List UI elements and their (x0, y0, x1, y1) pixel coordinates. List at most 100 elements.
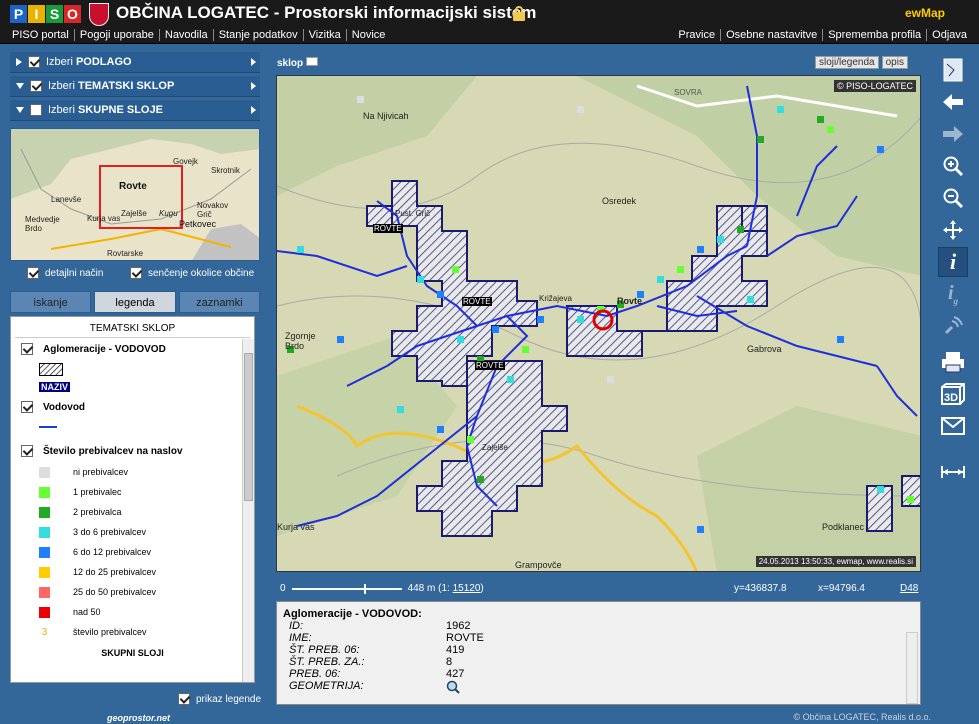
population-checkbox[interactable] (21, 445, 33, 457)
agglomerations-checkbox[interactable] (21, 343, 33, 355)
map-label: Zajelše (482, 443, 508, 452)
info-row: PREB. 06: 427 (283, 668, 914, 680)
description-button[interactable]: opis (881, 56, 908, 69)
lock-icon (513, 6, 525, 21)
map-area-label: ROVTE (462, 297, 492, 306)
legend-item: 1 prebivalec (39, 482, 254, 502)
geoprostor-logo: geoprostor.net (107, 713, 171, 723)
nav-news[interactable]: Novice (347, 29, 386, 41)
legend-panel: TEMATSKI SKLOP Aglomeracije - VODOVOD NA… (10, 316, 255, 683)
layers-legend-button[interactable]: sloji/legenda (815, 56, 879, 69)
water-supply-checkbox[interactable] (21, 401, 33, 413)
logo-letter: P (10, 5, 27, 23)
legend-item-label: 6 do 12 prebivalcev (73, 547, 152, 557)
base-layer-checkbox[interactable] (28, 56, 40, 68)
legend-item: 12 do 25 prebivalcev (39, 562, 254, 582)
signal-icon[interactable] (938, 311, 968, 341)
detail-mode-option[interactable]: detajlni način (27, 267, 103, 279)
scale-slider-handle[interactable] (363, 583, 366, 594)
crs-link[interactable]: D48 (900, 583, 918, 594)
legend-next-section: SKUPNI SLOJI (101, 648, 164, 658)
swatch-icon (39, 466, 50, 478)
minimap-label-lanevse: Lanevše (51, 195, 82, 204)
minimap-label-govejk: Govejk (173, 157, 198, 166)
panel-label: PODLAGO (75, 56, 132, 68)
legend-item-label: 3 do 6 prebivalcev (73, 527, 147, 537)
nav-personal-settings[interactable]: Osebne nastavitve (721, 29, 824, 41)
map-label: Rovte (617, 296, 643, 306)
measure-icon[interactable] (938, 457, 968, 487)
nav-left: PISO portal Pogoji uporabe Navodila Stan… (12, 29, 385, 41)
info-icon[interactable]: i (938, 247, 968, 277)
layer-panels: Izberi PODLAGO Izberi TEMATSKI SKLOP Izb… (10, 52, 260, 124)
scale-slider[interactable] (291, 583, 402, 594)
tab-bookmarks[interactable]: zaznamki (178, 291, 260, 313)
info-scrollbar[interactable] (906, 632, 918, 704)
show-legend-label: prikaz legende (196, 693, 262, 705)
scale-ratio-link[interactable]: 15120 (453, 583, 481, 594)
panel-thematic-set[interactable]: Izberi TEMATSKI SKLOP (10, 76, 260, 97)
footer-copyright: © Občina LOGATEC, Realis d.o.o. (793, 712, 931, 722)
nav-logout[interactable]: Odjava (927, 29, 967, 41)
legend-item: 6 do 12 prebivalcev (39, 542, 254, 562)
back-icon[interactable] (938, 87, 968, 117)
map-icon[interactable] (938, 55, 968, 85)
info-value: 419 (446, 644, 465, 656)
map-label: SOVRA (674, 88, 703, 97)
overview-map-graphic (11, 129, 259, 260)
chevron-right-icon (251, 58, 256, 66)
shading-checkbox[interactable] (130, 267, 142, 279)
mail-icon[interactable] (938, 411, 968, 441)
tab-legend[interactable]: legenda (94, 291, 176, 313)
legend-section-label: Število prebivalcev na naslov (43, 445, 183, 457)
chevron-right-icon (251, 82, 256, 90)
forward-icon[interactable] (938, 119, 968, 149)
scale-bar: 0 448 m (1: 15120) (280, 583, 484, 594)
coordinate-x: x=94796.4 (818, 583, 865, 594)
expand-icon (16, 58, 22, 66)
info-g-icon[interactable]: ig (938, 279, 968, 309)
scrollbar-thumb[interactable] (244, 353, 253, 501)
legend-scrollbar[interactable] (242, 339, 254, 682)
nav-change-profile[interactable]: Sprememba profila (823, 29, 928, 41)
edit-icon[interactable] (305, 57, 318, 66)
nav-piso-portal[interactable]: PISO portal (12, 29, 75, 41)
swatch-icon (39, 526, 50, 538)
hatched-area-icon (39, 362, 63, 376)
nav-card[interactable]: Vizitka (304, 29, 347, 41)
nav-rights[interactable]: Pravice (678, 29, 722, 41)
nav-data-status[interactable]: Stanje podatkov (214, 29, 304, 41)
legend-item: ni prebivalcev (39, 462, 254, 482)
map-area-label: ROVTE (475, 361, 505, 370)
map-copyright-bottom: 24.05.2013 13:50:33, ewmap, www.realis.s… (755, 556, 916, 567)
map-label: Zgornje Brdo (285, 331, 316, 351)
legend-section-population: Število prebivalcev na naslov (21, 440, 254, 462)
panel-base-layer[interactable]: Izberi PODLAGO (10, 52, 260, 73)
print-icon[interactable] (938, 347, 968, 377)
zoom-out-icon[interactable] (938, 183, 968, 213)
piso-logo[interactable]: P I S O (10, 5, 82, 23)
pan-icon[interactable] (938, 215, 968, 245)
minimap-label-medvedje-brdo: Medvedje Brdo (25, 215, 60, 233)
map-set-label: sklop (277, 57, 318, 69)
zoom-to-geometry-icon[interactable] (446, 680, 460, 694)
show-legend-checkbox[interactable] (178, 693, 190, 705)
common-layers-checkbox[interactable] (30, 104, 42, 116)
legend-item-label: število prebivalcev (73, 627, 147, 637)
map-view[interactable]: Na Njivicah Osredek Zgornje Brdo Gabrova… (276, 75, 921, 572)
legend-item: 3 število prebivalcev (39, 622, 254, 642)
info-value: 8 (446, 656, 453, 668)
show-legend-option[interactable]: prikaz legende (178, 693, 261, 705)
thematic-set-checkbox[interactable] (30, 80, 42, 92)
app-title: OBČINA LOGATEC - Prostorski informacijsk… (116, 3, 537, 22)
legend-item: nad 50 (39, 602, 254, 622)
tab-search[interactable]: iskanje (10, 291, 92, 313)
detail-mode-checkbox[interactable] (27, 267, 39, 279)
nav-terms[interactable]: Pogoji uporabe (75, 29, 160, 41)
panel-common-layers[interactable]: Izberi SKUPNE SLOJE (10, 100, 260, 121)
overview-map[interactable]: Rovte Petkovec Medvedje Brdo Lanevše Gov… (10, 128, 260, 261)
3d-icon[interactable]: 3D (938, 379, 968, 409)
shading-option[interactable]: senčenje okolice občine (130, 267, 254, 279)
nav-instructions[interactable]: Navodila (160, 29, 214, 41)
zoom-in-icon[interactable] (938, 151, 968, 181)
